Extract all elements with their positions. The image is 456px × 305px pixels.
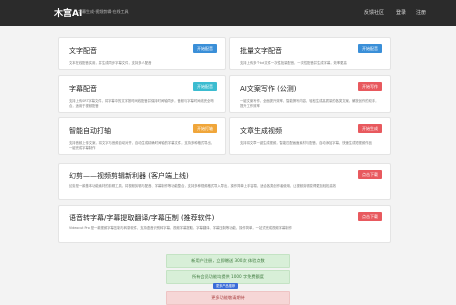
card-description: 一键文案写作，全面提升效率，智能撰写内容，轻松生成高质量的各类文案，解放创作的双… [240,99,379,108]
card-batch-dubbing[interactable]: 批量文字配音 开始配音 支持上传多个txt文件一次性批量配音，一次性配音并生成字… [229,37,391,70]
card-subtitle-software[interactable]: 语音转字幕/字幕提取翻译/字幕压制 (推荐软件) 点击下载 Videocut P… [58,205,391,243]
start-generate-button[interactable]: 开始生成 [358,124,382,133]
card-description: 支持上传SRT字幕文件，将字幕中的文字按时间线配音并保持时间轴同步，音频与字幕时… [69,99,214,108]
card-description: 幻剪是一款基本功能素材的剪辑工具，将视频剪辑与配音、字幕制作等功能整合，支持多种… [69,184,337,188]
card-description: 文本在线配音实用，并生成同步字幕文件，支持多人配音 [69,61,152,65]
card-title: 文字配音 [69,47,97,55]
promo-coming-bar: 更多功能敬请期待 [166,291,290,305]
card-title: 幻剪——视频剪辑新利器 (客户端上线) [69,172,189,180]
brand-tagline: 字幕生成·视频剪辑·在线工具 [78,9,129,14]
more-products-tag[interactable]: 更多产品推荐 [213,283,239,289]
card-description: 支持音频上传文案，将文字与音频自动对齐，自动生成精确时间轴的字幕文件，支持多种格… [69,141,215,150]
card-video-editor[interactable]: 幻剪——视频剪辑新利器 (客户端上线) 点击下载 幻剪是一款基本功能素材的剪辑工… [58,163,391,200]
card-description: 支持将文章一键生成视频，智能匹配画面素材与配音，自动添加字幕，快速生成短视频作品 [240,141,372,145]
nav-feedback-link[interactable]: 反馈社区 [364,9,384,16]
start-subtitle-dubbing-button[interactable]: 开始配音 [193,82,217,91]
card-text-dubbing[interactable]: 文字配音 开始配音 文本在线配音实用，并生成同步字幕文件，支持多人配音 [58,37,226,70]
card-title: 文章生成视频 [240,127,282,135]
card-ai-writing[interactable]: AI文案写作 (公测) 开始写作 一键文案写作，全面提升效率，智能撰写内容，轻松… [229,75,391,113]
download-software-button[interactable]: 点击下载 [358,212,382,221]
start-timeline-button[interactable]: 开始打轴 [193,124,217,133]
download-editor-button[interactable]: 点击下载 [358,170,382,179]
card-title: 字幕配音 [69,85,97,93]
card-auto-timeline[interactable]: 智能自动打轴 开始打轴 支持音频上传文案，将文字与音频自动对齐，自动生成精确时间… [58,117,226,155]
card-title: 批量文字配音 [240,47,282,55]
start-writing-button[interactable]: 开始写作 [358,82,382,91]
nav-register-link[interactable]: 注册 [416,9,426,16]
promo-register-bar: 新用户注册，立即赠送 300次 体验点数 [166,254,290,268]
card-article-to-video[interactable]: 文章生成视频 开始生成 支持将文章一键生成视频，智能匹配画面素材与配音，自动添加… [229,117,391,155]
start-dubbing-button[interactable]: 开始配音 [193,44,217,53]
card-title: 智能自动打轴 [69,127,111,135]
start-batch-dubbing-button[interactable]: 开始配音 [358,44,382,53]
card-title: AI文案写作 (公测) [240,85,297,93]
card-description: Videocut Pro 是一款视频字幕压制与转录软件，支持语音识别转字幕、视频… [69,226,292,230]
card-description: 支持上传多个txt文件一次性批量配音，一次性配音并生成字幕，效率更高 [240,61,347,65]
top-navbar: 木宫AI 字幕生成·视频剪辑·在线工具 反馈社区 登录 注册 [0,0,456,26]
promo-free-quota-bar: 所有会员功能均提供 1000 字免费额度 [166,270,290,284]
card-subtitle-dubbing[interactable]: 字幕配音 开始配音 支持上传SRT字幕文件，将字幕中的文字按时间线配音并保持时间… [58,75,226,113]
card-title: 语音转字幕/字幕提取翻译/字幕压制 (推荐软件) [69,214,215,222]
nav-login-link[interactable]: 登录 [396,9,406,16]
